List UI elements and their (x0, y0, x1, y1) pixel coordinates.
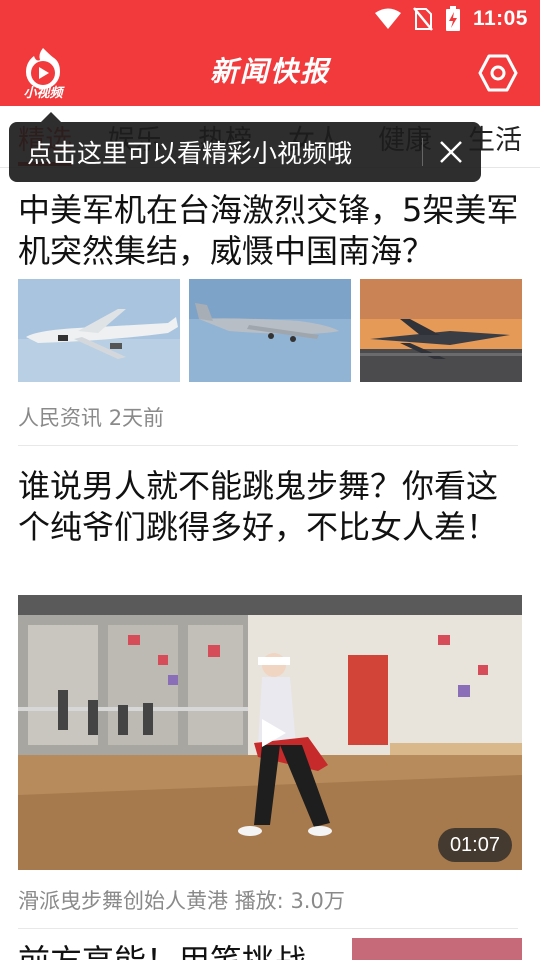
app-header: 11:05 小视频 新闻快报 (0, 0, 540, 106)
video-duration: 01:07 (437, 828, 512, 862)
tooltip-text: 点击这里可以看精彩小视频哦 (27, 139, 353, 168)
tooltip-arrow (41, 112, 61, 122)
article-thumbnail[interactable] (352, 938, 522, 960)
hexagon-settings-icon (478, 54, 518, 92)
wifi-icon (374, 8, 401, 29)
article-divider (18, 445, 518, 446)
article-meta: 滑派曳步舞创始人黄港 播放: 3.0万 (18, 885, 345, 915)
article-time: 2天前 (108, 406, 165, 430)
no-sim-icon (412, 7, 433, 31)
settings-button[interactable] (478, 53, 518, 93)
article-source: 滑派曳步舞创始人黄港 (18, 889, 228, 913)
article-plays: 播放: 3.0万 (234, 889, 345, 913)
play-icon[interactable] (252, 713, 292, 753)
article-source: 人民资讯 (18, 406, 102, 430)
article-title[interactable]: 谁说男人就不能跳鬼步舞？你看这个纯爷们跳得多好，不比女人差！ (18, 466, 524, 548)
status-time: 11:05 (472, 7, 528, 30)
article-meta: 人民资讯 2天前 (18, 402, 164, 432)
article-title[interactable]: 中美军机在台海激烈交锋，5架美军机突然集结，威慑中国南海？ (18, 190, 524, 272)
app-title: 新闻快报 (209, 55, 330, 88)
tooltip-separator (422, 138, 423, 166)
dance-studio-video[interactable]: 01:07 (18, 595, 522, 870)
transport-plane-photo[interactable] (189, 279, 351, 382)
small-video-tooltip[interactable]: 点击这里可以看精彩小视频哦 (9, 112, 481, 182)
fighter-jet-sunset-photo[interactable] (360, 279, 522, 382)
battery-charging-icon (445, 6, 460, 31)
article-divider (18, 928, 518, 929)
surveillance-plane-photo[interactable] (18, 279, 180, 382)
status-bar: 11:05 (0, 0, 540, 38)
close-icon[interactable] (437, 138, 465, 166)
status-icons: 11:05 (374, 6, 528, 32)
article-title[interactable]: 前方高能！用笔挑战 (18, 936, 306, 960)
